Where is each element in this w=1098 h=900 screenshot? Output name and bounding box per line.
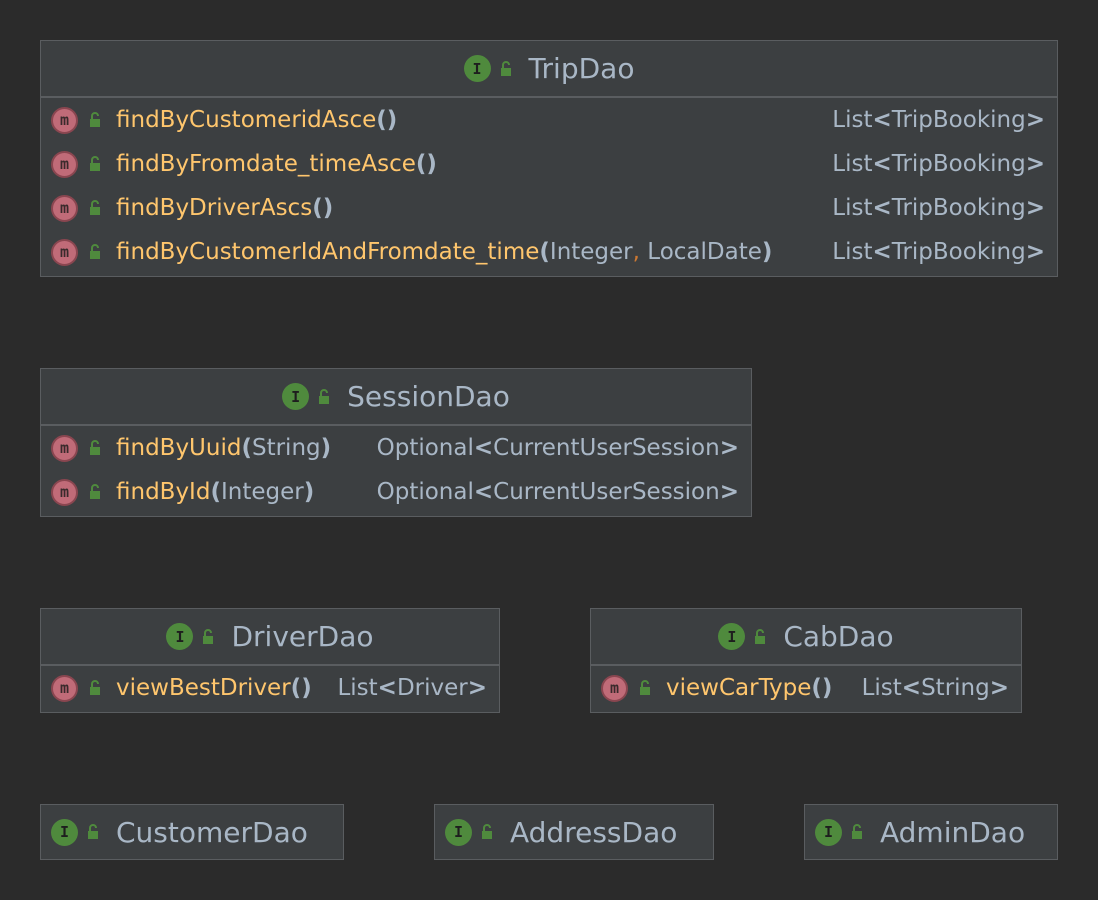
unlock-icon xyxy=(90,680,100,695)
method-row[interactable]: m findByCustomeridAsce() List<TripBookin… xyxy=(41,98,1057,142)
class-header-admindao: I AdminDao xyxy=(805,805,1057,859)
class-box-sessiondao[interactable]: I SessionDao m findByUuid(String) Option… xyxy=(40,368,752,517)
class-box-tripdao[interactable]: I TripDao m findByCustomeridAsce() List<… xyxy=(40,40,1058,277)
class-box-driverdao[interactable]: I DriverDao m viewBestDriver() List<Driv… xyxy=(40,608,500,713)
class-header-tripdao: I TripDao xyxy=(41,41,1057,98)
method-name: findById xyxy=(116,479,211,505)
interface-icon: I xyxy=(463,55,491,82)
method-row[interactable]: m findByFromdate_timeAsce() List<TripBoo… xyxy=(41,142,1057,186)
close-paren: ) xyxy=(386,107,398,133)
method-row[interactable]: m findByUuid(String) Optional<CurrentUse… xyxy=(41,426,751,470)
return-type: List<String> xyxy=(861,675,1009,701)
return-type: List<Driver> xyxy=(337,675,487,701)
method-icon: m xyxy=(51,194,78,222)
return-type: List<TripBooking> xyxy=(832,151,1045,177)
method-icon: m xyxy=(51,478,78,506)
class-name: CustomerDao xyxy=(116,815,308,849)
interface-icon: I xyxy=(282,383,310,410)
method-icon: m xyxy=(51,238,78,266)
interface-icon: I xyxy=(51,818,78,846)
comma: , xyxy=(632,239,640,265)
method-name: findByCustomerIdAndFromdate_time xyxy=(116,239,540,265)
unlock-icon xyxy=(90,112,100,127)
method-name: findByUuid xyxy=(116,435,242,461)
close-paren: ) xyxy=(761,239,773,265)
param-type: Integer xyxy=(220,479,304,505)
unlock-icon xyxy=(852,824,862,839)
return-type: List<TripBooking> xyxy=(832,107,1045,133)
open-paren: ( xyxy=(811,675,822,701)
open-paren: ( xyxy=(376,107,387,133)
interface-icon: I xyxy=(166,623,194,650)
method-row[interactable]: m findByCustomerIdAndFromdate_time(Integ… xyxy=(41,230,1057,274)
close-paren: ) xyxy=(320,435,332,461)
open-paren: ( xyxy=(415,151,427,177)
class-header-addressdao: I AddressDao xyxy=(435,805,713,859)
class-name: CabDao xyxy=(783,620,894,653)
open-paren: ( xyxy=(241,435,252,461)
open-paren: ( xyxy=(312,195,323,221)
return-type: Optional<CurrentUserSession> xyxy=(376,435,739,461)
unlock-icon xyxy=(90,200,100,215)
class-box-admindao[interactable]: I AdminDao xyxy=(804,804,1058,860)
class-name: AdminDao xyxy=(880,815,1026,849)
class-header-cabdao: I CabDao xyxy=(591,609,1021,666)
close-paren: ) xyxy=(301,675,312,701)
return-type: List<TripBooking> xyxy=(832,239,1045,265)
method-row[interactable]: m viewBestDriver() List<Driver> xyxy=(41,666,499,710)
param-type: Integer xyxy=(549,239,633,265)
method-row[interactable]: m findByDriverAscs() List<TripBooking> xyxy=(41,186,1057,230)
unlock-icon xyxy=(90,156,100,171)
unlock-icon xyxy=(500,60,511,76)
method-name: viewBestDriver xyxy=(116,675,291,701)
method-name: findByDriverAscs xyxy=(116,195,313,221)
class-header-customerdao: I CustomerDao xyxy=(41,805,343,859)
open-paren: ( xyxy=(290,675,302,701)
method-icon: m xyxy=(51,106,78,134)
open-paren: ( xyxy=(210,479,221,505)
method-icon: m xyxy=(51,434,78,462)
close-paren: ) xyxy=(426,151,437,177)
return-type: Optional<CurrentUserSession> xyxy=(376,479,739,505)
close-paren: ) xyxy=(821,675,833,701)
unlock-icon xyxy=(90,484,100,499)
param-type: LocalDate xyxy=(647,239,762,265)
method-row[interactable]: m findById(Integer) Optional<CurrentUser… xyxy=(41,470,751,514)
close-paren: ) xyxy=(322,195,334,221)
interface-icon: I xyxy=(445,818,472,846)
method-icon: m xyxy=(601,674,628,702)
class-box-addressdao[interactable]: I AddressDao xyxy=(434,804,714,860)
class-header-driverdao: I DriverDao xyxy=(41,609,499,666)
open-paren: ( xyxy=(539,239,550,265)
method-icon: m xyxy=(51,150,78,178)
unlock-icon xyxy=(755,628,766,644)
class-header-sessiondao: I SessionDao xyxy=(41,369,751,426)
param-type: String xyxy=(251,435,321,461)
unlock-icon xyxy=(90,244,100,259)
class-name: TripDao xyxy=(528,52,635,85)
method-icon: m xyxy=(51,674,78,702)
class-name: AddressDao xyxy=(510,815,678,849)
unlock-icon xyxy=(319,388,330,404)
class-name: DriverDao xyxy=(231,620,374,653)
unlock-icon xyxy=(90,440,100,455)
class-box-customerdao[interactable]: I CustomerDao xyxy=(40,804,344,860)
unlock-icon xyxy=(88,824,98,839)
class-box-cabdao[interactable]: I CabDao m viewCarType() List<String> xyxy=(590,608,1022,713)
unlock-icon xyxy=(482,824,492,839)
class-name: SessionDao xyxy=(347,380,510,413)
method-name: findByCustomeridAsce xyxy=(116,107,377,133)
interface-icon: I xyxy=(718,623,746,650)
return-type: List<TripBooking> xyxy=(832,195,1045,221)
unlock-icon xyxy=(203,628,214,644)
method-row[interactable]: m viewCarType() List<String> xyxy=(591,666,1021,710)
close-paren: ) xyxy=(303,479,315,505)
unlock-icon xyxy=(640,680,650,695)
interface-icon: I xyxy=(815,818,842,846)
method-name: viewCarType xyxy=(666,675,812,701)
method-name: findByFromdate_timeAsce xyxy=(116,151,416,177)
